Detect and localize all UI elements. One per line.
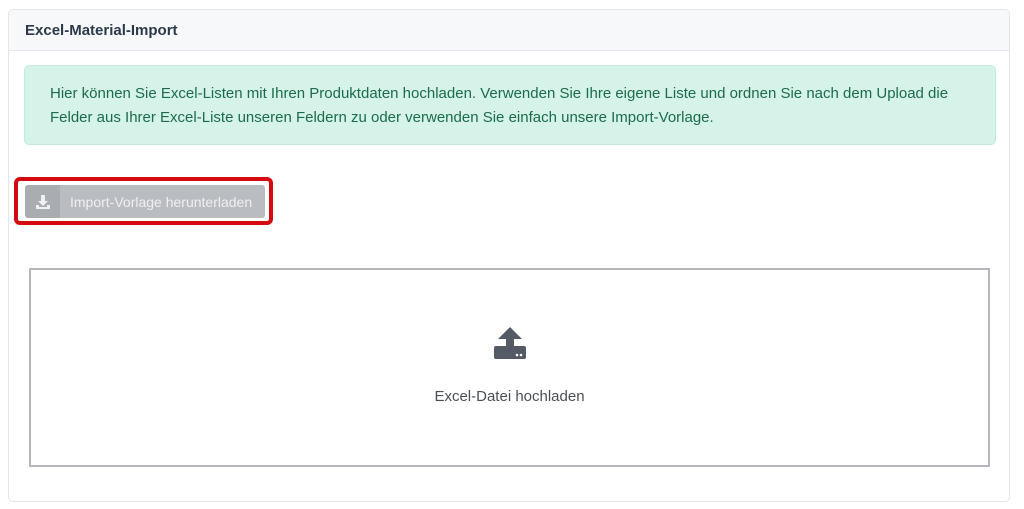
dropzone-label: Excel-Datei hochladen — [434, 388, 585, 405]
download-icon — [25, 185, 60, 218]
excel-upload-dropzone[interactable]: Excel-Datei hochladen — [29, 268, 990, 467]
info-alert: Hier können Sie Excel-Listen mit Ihren P… — [24, 65, 996, 145]
download-template-label: Import-Vorlage herunterladen — [70, 193, 253, 210]
download-template-button[interactable]: Import-Vorlage herunterladen — [25, 185, 265, 218]
card-header: Excel-Material-Import — [9, 10, 1009, 51]
card-title: Excel-Material-Import — [25, 21, 178, 39]
upload-icon — [494, 327, 526, 359]
